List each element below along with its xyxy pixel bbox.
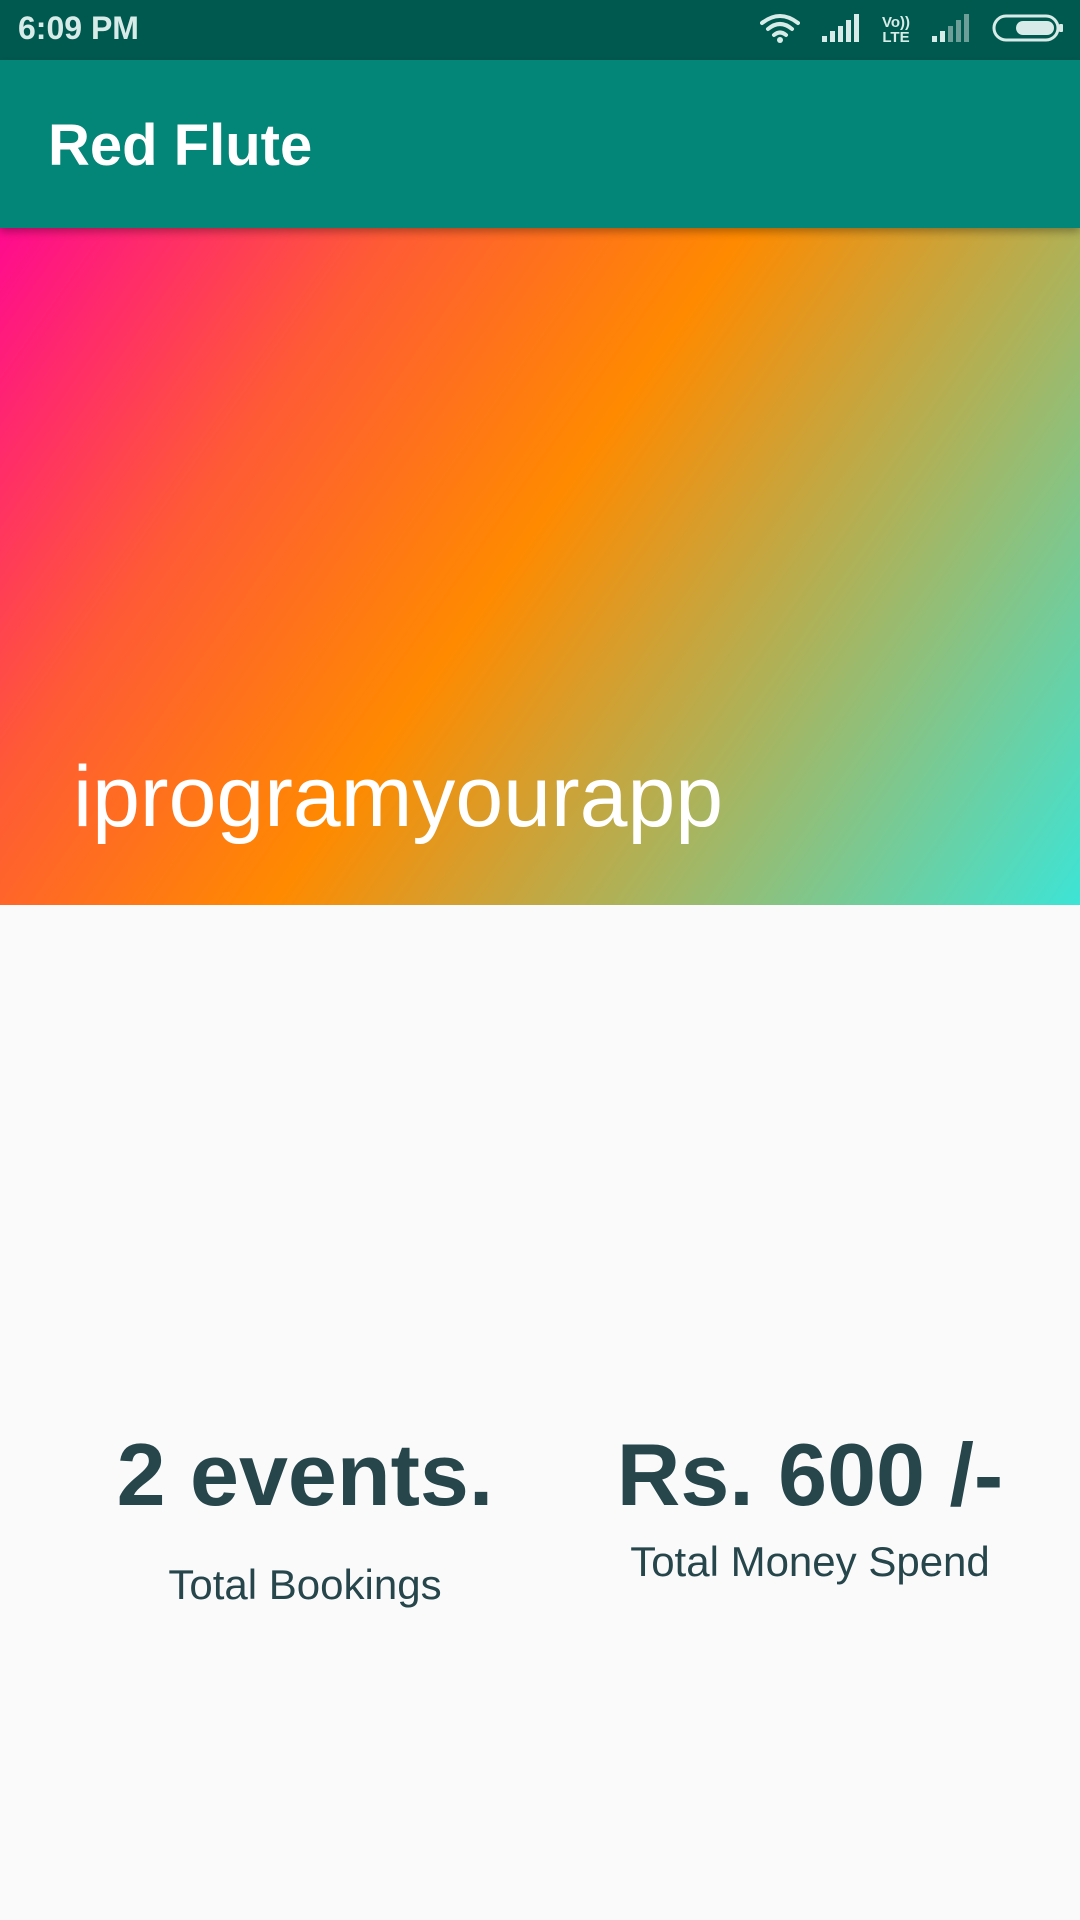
cell-signal-icon [821,13,860,47]
status-bar: 6:09 PM Vo)) LTE [0,0,1080,60]
screen: 6:09 PM Vo)) LTE Red Flute iprogramyoura… [0,0,1080,1920]
volte-label: Vo)) [881,14,910,31]
volte-lte-icon: Vo)) LTE [882,15,910,45]
lte-label: LTE [882,29,910,46]
wifi-icon [759,13,800,48]
bookings-stat: 2 events. Total Bookings [80,1425,530,1610]
profile-banner: iprogramyourapp [0,228,1080,905]
money-amount: Rs. 600 /- [616,1425,1004,1524]
bookings-label: Total Bookings [168,1561,442,1608]
username-label: iprogramyourapp [73,749,724,845]
bookings-count: 2 events. [116,1425,494,1524]
app-title: Red Flute [48,113,313,178]
app-bar: Red Flute [0,60,1080,228]
status-time: 6:09 PM [18,10,139,46]
money-stat: Rs. 600 /- Total Money Spend [560,1425,1060,1587]
cell-signal-weak-icon [932,13,970,47]
status-icons: Vo)) LTE [759,12,1064,48]
battery-icon [992,13,1064,48]
money-label: Total Money Spend [630,1538,990,1585]
